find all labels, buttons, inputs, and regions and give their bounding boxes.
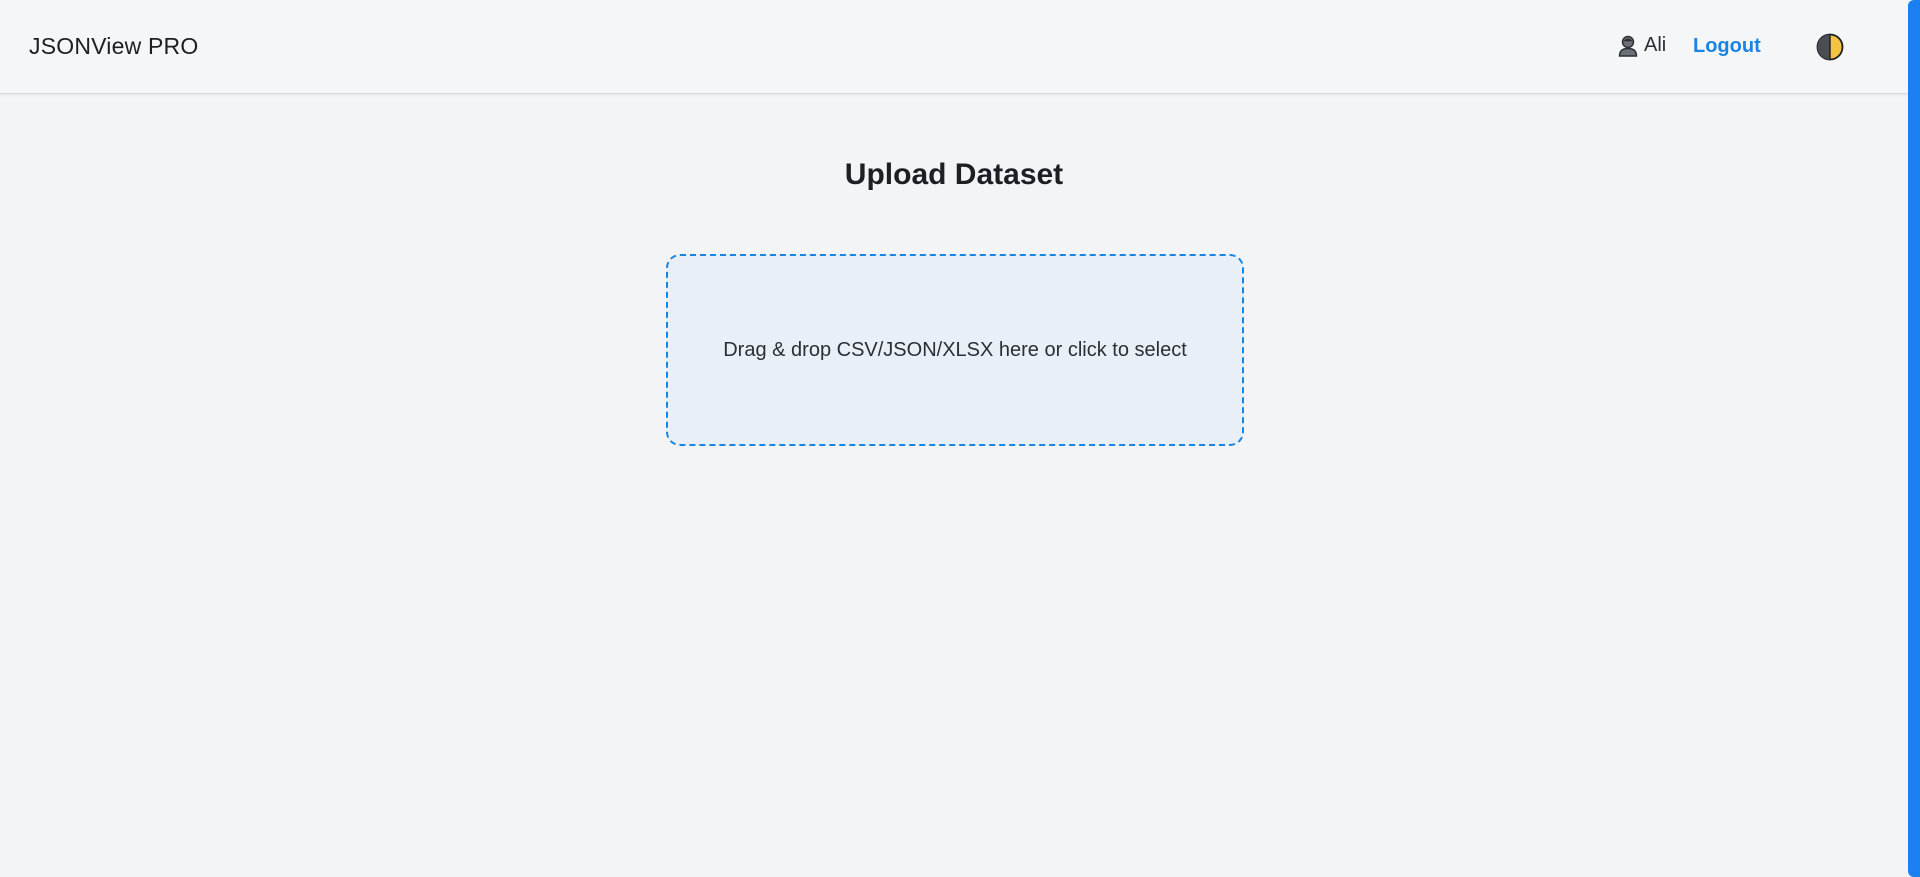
top-navbar: JSONView PRO Ali Logout [0,0,1908,94]
file-dropzone[interactable]: Drag & drop CSV/JSON/XLSX here or click … [666,254,1244,446]
username: Ali [1644,34,1667,56]
user-info: Ali [1618,34,1666,57]
theme-toggle-button[interactable] [1816,33,1844,61]
user-avatar-icon [1618,35,1638,57]
page-title: Upload Dataset [844,158,1064,191]
logout-link[interactable]: Logout [1693,35,1761,58]
brand-title[interactable]: JSONView PRO [29,33,198,60]
scrollbar[interactable] [1908,0,1920,877]
dropzone-instructions: Drag & drop CSV/JSON/XLSX here or click … [723,338,1187,361]
half-moon-theme-icon [1816,33,1844,61]
